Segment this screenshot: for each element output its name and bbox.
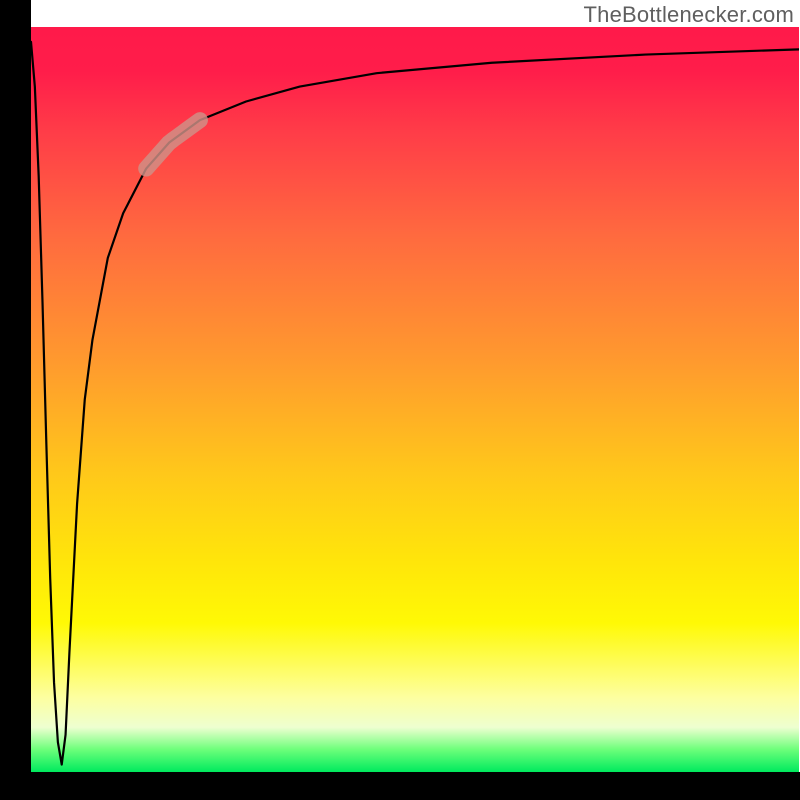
chart-svg bbox=[31, 27, 799, 772]
bottleneck-curve bbox=[31, 42, 799, 765]
watermark-text: TheBottlenecker.com bbox=[584, 2, 794, 28]
chart-bottom-border bbox=[0, 772, 800, 800]
curve-highlight-segment bbox=[146, 120, 200, 168]
chart-left-border bbox=[0, 0, 31, 800]
